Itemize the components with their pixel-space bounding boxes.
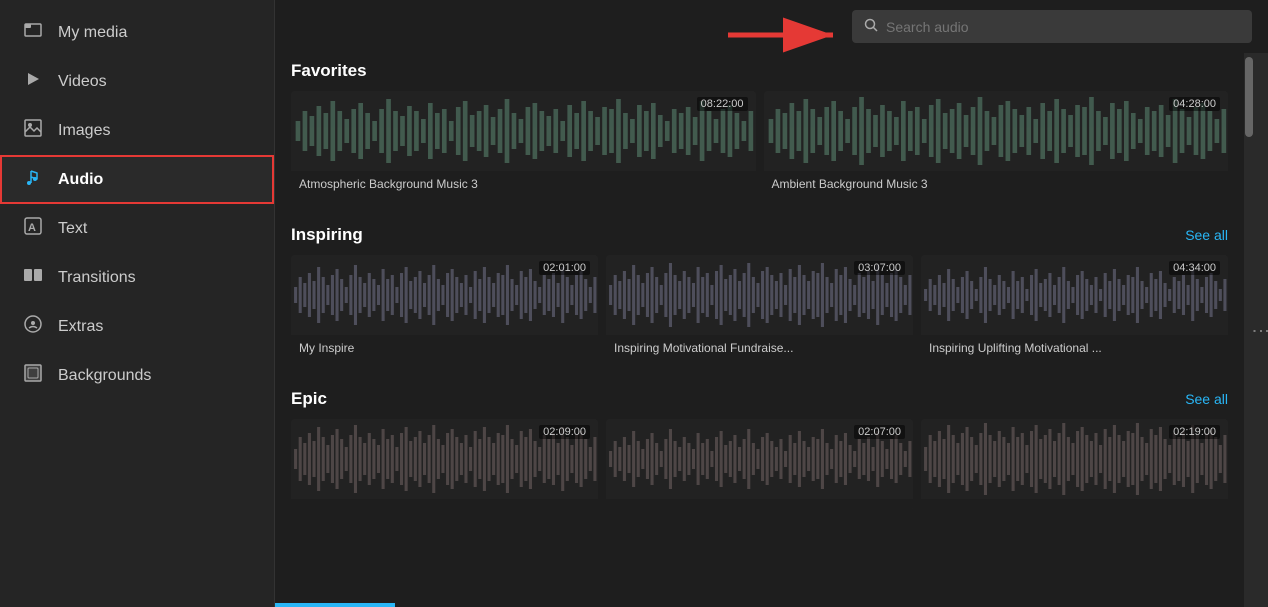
audio-card-ep1[interactable]: 02:09:00 (291, 419, 598, 511)
waveform-ep1: 02:09:00 (291, 419, 598, 499)
audio-card-ins1[interactable]: 02:01:00 (291, 255, 598, 361)
sidebar-item-backgrounds[interactable]: Backgrounds (0, 351, 274, 400)
audio-card-ins3[interactable]: 04:34:00 (921, 255, 1228, 361)
audio-icon (22, 167, 44, 192)
waveform-fav1: 08:22:00 (291, 91, 756, 171)
duration-ep3: 02:19:00 (1169, 425, 1220, 439)
transitions-icon (22, 265, 44, 290)
images-icon (22, 118, 44, 143)
audio-card-ep2[interactable]: 02:07:00 (606, 419, 913, 511)
favorites-section: Favorites 08:22:00 (291, 53, 1228, 197)
search-input[interactable] (886, 19, 1240, 35)
svg-text:A: A (28, 222, 36, 234)
scrollbar-thumb[interactable] (1245, 57, 1253, 137)
sidebar: My media Videos Images (0, 0, 275, 607)
sidebar-item-text[interactable]: A Text (0, 204, 274, 253)
sidebar-item-images[interactable]: Images (0, 106, 274, 155)
bottom-accent (275, 603, 395, 607)
epic-title: Epic (291, 389, 327, 409)
label-ep1 (291, 499, 598, 511)
waveform-fav2: 04:28:00 (764, 91, 1229, 171)
duration-ep2: 02:07:00 (854, 425, 905, 439)
audio-card-fav1[interactable]: 08:22:00 (291, 91, 756, 197)
app-container: My media Videos Images (0, 0, 1268, 607)
label-ins2: Inspiring Motivational Fundraise... (606, 335, 913, 361)
waveform-ins2: 03:07:00 (606, 255, 913, 335)
duration-fav1: 08:22:00 (697, 97, 748, 111)
audio-card-fav2[interactable]: 04:28:00 (764, 91, 1229, 197)
label-ep3 (921, 499, 1228, 511)
sidebar-item-label-backgrounds: Backgrounds (58, 367, 151, 385)
inspiring-see-all[interactable]: See all (1185, 227, 1228, 243)
label-ins3: Inspiring Uplifting Motivational ... (921, 335, 1228, 361)
sidebar-item-my-media[interactable]: My media (0, 8, 274, 57)
duration-fav2: 04:28:00 (1169, 97, 1220, 111)
sidebar-item-label-videos: Videos (58, 73, 107, 91)
sidebar-item-extras[interactable]: Extras (0, 302, 274, 351)
side-handle[interactable]: ⋮ (1254, 53, 1268, 607)
duration-ep1: 02:09:00 (539, 425, 590, 439)
label-ins1: My Inspire (291, 335, 598, 361)
sidebar-item-audio[interactable]: Audio (0, 155, 274, 204)
waveform-ep3: 02:19:00 (921, 419, 1228, 499)
side-handle-dots-icon: ⋮ (1250, 322, 1268, 338)
my-media-icon (22, 20, 44, 45)
inspiring-grid: 02:01:00 (291, 255, 1228, 361)
waveform-ins1: 02:01:00 (291, 255, 598, 335)
duration-ins1: 02:01:00 (539, 261, 590, 275)
sidebar-item-label-text: Text (58, 220, 87, 238)
sidebar-item-label-extras: Extras (58, 318, 103, 336)
epic-see-all[interactable]: See all (1185, 391, 1228, 407)
sidebar-item-label-images: Images (58, 122, 110, 140)
text-icon: A (22, 216, 44, 241)
backgrounds-icon (22, 363, 44, 388)
inspiring-section: Inspiring See all 02:01:00 (291, 217, 1228, 361)
label-ep2 (606, 499, 913, 511)
inspiring-header: Inspiring See all (291, 217, 1228, 255)
sidebar-item-transitions[interactable]: Transitions (0, 253, 274, 302)
label-fav2: Ambient Background Music 3 (764, 171, 1229, 197)
epic-header: Epic See all (291, 381, 1228, 419)
audio-card-ins2[interactable]: 03:07:00 (606, 255, 913, 361)
videos-icon (22, 69, 44, 94)
audio-card-ep3[interactable]: 02:19:00 (921, 419, 1228, 511)
search-icon (864, 18, 878, 35)
sidebar-item-label-transitions: Transitions (58, 269, 136, 287)
inspiring-title: Inspiring (291, 225, 363, 245)
duration-ins2: 03:07:00 (854, 261, 905, 275)
header (275, 0, 1268, 53)
waveform-ep2: 02:07:00 (606, 419, 913, 499)
label-fav1: Atmospheric Background Music 3 (291, 171, 756, 197)
epic-grid: 02:09:00 (291, 419, 1228, 511)
favorites-title: Favorites (291, 53, 1228, 91)
favorites-grid: 08:22:00 (291, 91, 1228, 197)
search-bar[interactable] (852, 10, 1252, 43)
waveform-ins3: 04:34:00 (921, 255, 1228, 335)
duration-ins3: 04:34:00 (1169, 261, 1220, 275)
main-content: Favorites 08:22:00 (275, 0, 1268, 607)
content-area: Favorites 08:22:00 (275, 53, 1244, 607)
sidebar-item-label-audio: Audio (58, 171, 103, 189)
sidebar-item-videos[interactable]: Videos (0, 57, 274, 106)
extras-icon (22, 314, 44, 339)
sidebar-item-label-my-media: My media (58, 24, 127, 42)
epic-section: Epic See all 02:09:00 (291, 381, 1228, 511)
